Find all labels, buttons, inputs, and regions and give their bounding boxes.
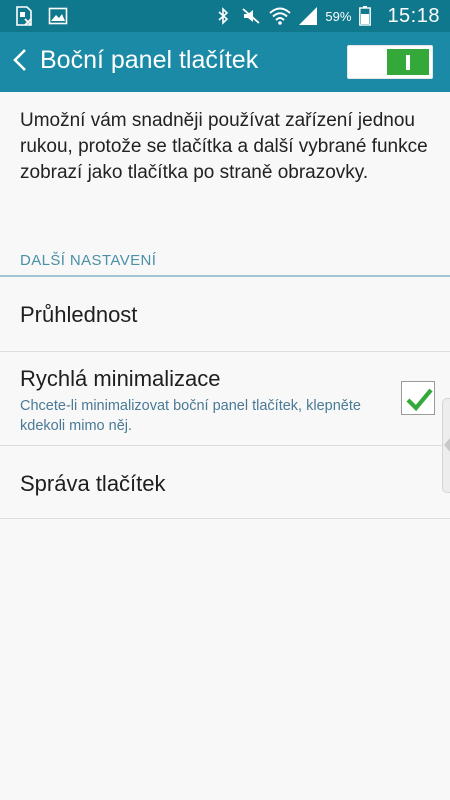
switch-thumb [387,49,429,75]
mute-icon [241,6,261,26]
item-subtitle: Chcete-li minimalizovat boční panel tlač… [20,398,361,434]
image-icon [48,6,68,26]
battery-percent: 59% [325,8,352,24]
sim-card-icon [14,6,34,26]
battery-icon [359,6,379,26]
master-switch[interactable] [347,45,433,79]
list-item-transparency[interactable]: Průhlednost [0,277,450,351]
action-bar: Boční panel tlačítek [0,32,450,92]
bluetooth-icon [213,6,233,26]
item-title: Průhlednost [20,302,138,327]
divider [0,518,450,519]
page-title: Boční panel tlačítek [40,46,259,74]
feature-description: Umožní vám snadněji používat zařízení je… [20,110,428,183]
chevron-left-icon [12,48,28,77]
back-button[interactable] [6,42,34,82]
quick-minimize-checkbox[interactable] [401,381,435,415]
list-item-quick-minimize[interactable]: Rychlá minimalizace Chcete-li minimalizo… [0,352,450,445]
status-bar: 59% 15:18 [0,0,450,32]
item-title: Správa tlačítek [20,471,166,496]
clock: 15:18 [387,4,440,27]
signal-icon [297,6,318,26]
list-item-manage-buttons[interactable]: Správa tlačítek [0,446,450,518]
section-header: DALŠÍ NASTAVENÍ [20,252,157,269]
handle-arrow-icon [444,438,450,452]
item-title: Rychlá minimalizace [20,366,221,391]
wifi-icon [269,6,292,26]
